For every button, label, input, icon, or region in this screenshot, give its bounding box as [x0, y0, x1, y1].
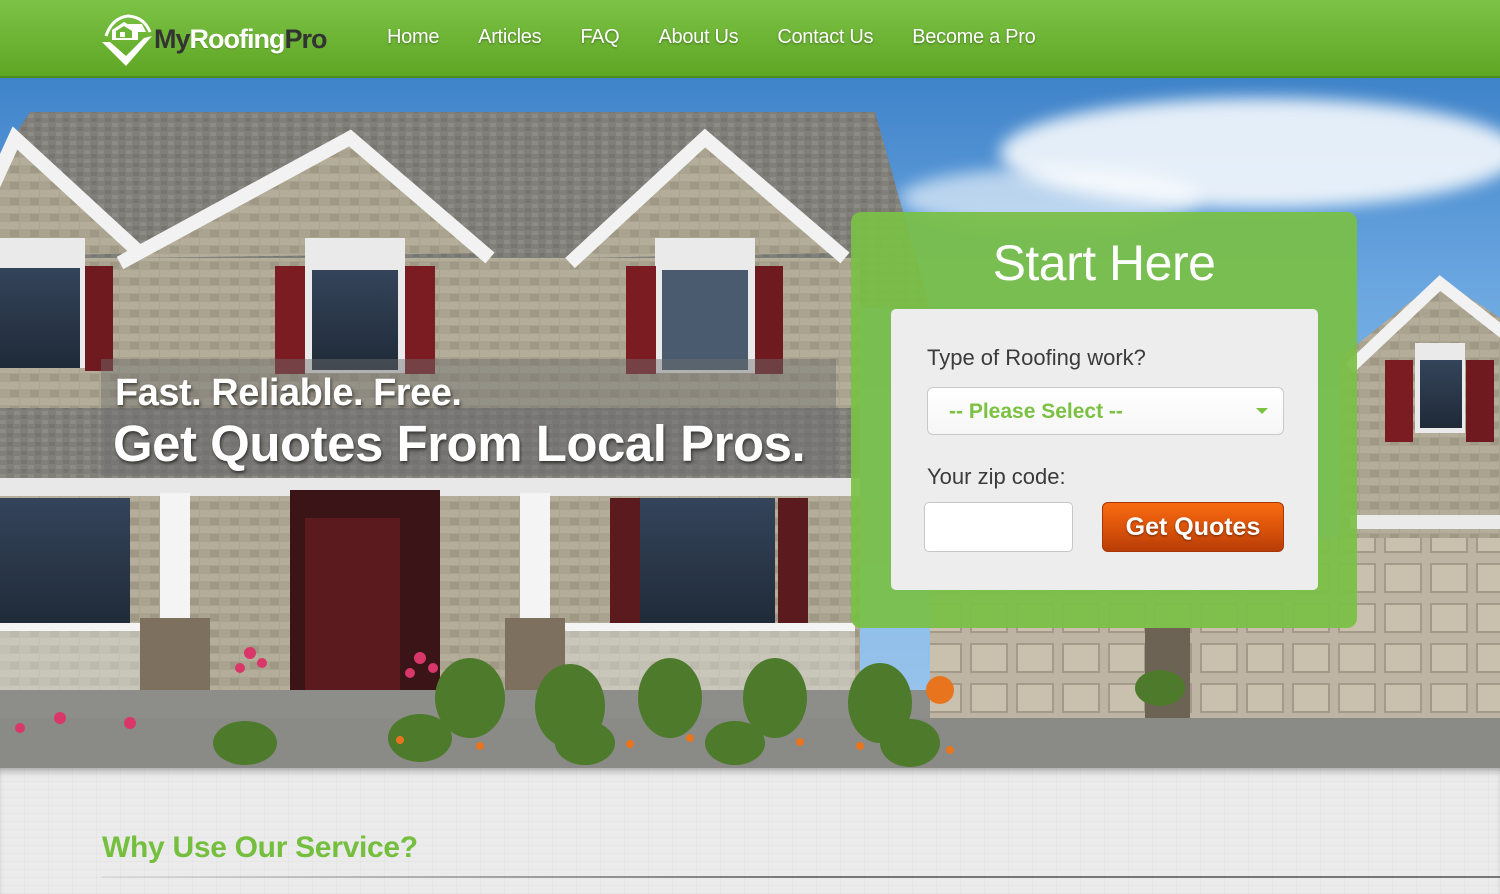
- main-nav: Home Articles FAQ About Us Contact Us Be…: [387, 26, 1074, 49]
- nav-articles[interactable]: Articles: [478, 26, 541, 49]
- tagline-line-2: Get Quotes From Local Pros.: [113, 415, 806, 472]
- zip-code-label: Your zip code:: [927, 464, 1066, 489]
- get-quotes-button[interactable]: Get Quotes: [1102, 502, 1284, 552]
- logo-text-pro: Pro: [284, 24, 327, 54]
- house-check-logo-icon: [102, 14, 152, 66]
- roofing-type-selected-value: -- Please Select --: [949, 400, 1123, 423]
- logo-text-my: My: [154, 24, 191, 54]
- zip-code-input[interactable]: [924, 502, 1073, 552]
- roofing-type-label: Type of Roofing work?: [927, 345, 1146, 370]
- nav-contact-us[interactable]: Contact Us: [777, 26, 873, 49]
- form-title: Start Here: [992, 235, 1216, 291]
- nav-become-a-pro[interactable]: Become a Pro: [912, 26, 1035, 49]
- logo-text-roofing: Roofing: [189, 24, 286, 54]
- nav-home[interactable]: Home: [387, 26, 439, 49]
- nav-about-us[interactable]: About Us: [658, 26, 738, 49]
- site-logo[interactable]: MyRoofingPro: [98, 12, 343, 67]
- roofing-type-select[interactable]: -- Please Select --: [927, 387, 1284, 435]
- quote-form-panel: Start Here Type of Roofing work? -- Plea…: [851, 212, 1357, 628]
- logo-wordmark: MyRoofingPro: [154, 24, 328, 55]
- nav-faq[interactable]: FAQ: [580, 26, 619, 49]
- chevron-down-icon: [1256, 408, 1268, 414]
- quote-form: Type of Roofing work? -- Please Select -…: [891, 309, 1318, 590]
- section-title: Why Use Our Service?: [102, 831, 418, 864]
- section-divider: [102, 876, 1500, 878]
- top-navbar: MyRoofingPro Home Articles FAQ About Us …: [0, 0, 1500, 78]
- tagline-line-1: Fast. Reliable. Free.: [115, 372, 462, 414]
- why-use-section: Why Use Our Service?: [0, 768, 1500, 894]
